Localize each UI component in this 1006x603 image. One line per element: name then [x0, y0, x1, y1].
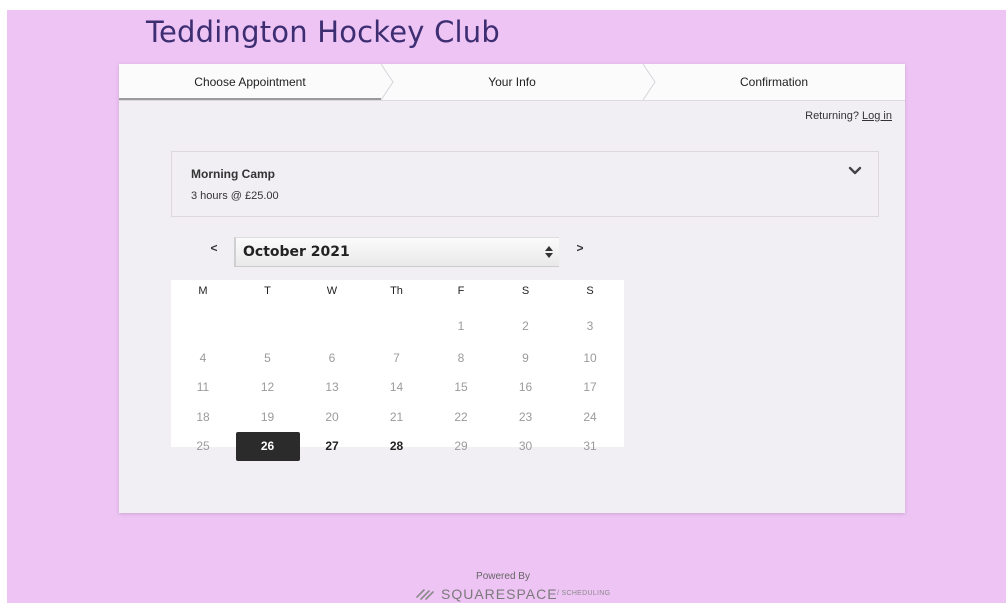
previous-month-button[interactable]: < [204, 241, 224, 255]
active-step-indicator [119, 98, 381, 100]
appointment-type-selector[interactable]: Morning Camp 3 hours @ £25.00 [171, 151, 879, 217]
scheduling-product: / SCHEDULING [557, 590, 611, 597]
calendar-day: 3 [586, 319, 594, 333]
weekday-header: S [586, 285, 594, 297]
calendar-grid: M T W Th F S S 1 2 3 4 5 6 7 8 9 10 11 12 13 14 15 16 17 18 19 20 2… [171, 280, 624, 461]
calendar-day: 24 [583, 409, 597, 424]
calendar-day: 23 [518, 409, 533, 424]
login-link[interactable]: Log in [862, 110, 892, 122]
calendar-day[interactable]: 27 [300, 432, 364, 461]
select-arrows-icon [545, 246, 553, 258]
calendar-day: 16 [518, 380, 533, 394]
step-divider-icon [381, 64, 394, 100]
calendar-day: 10 [583, 350, 597, 365]
returning-login: Returning? Log in [805, 110, 892, 122]
weekday-header: M [198, 285, 208, 297]
page-title: Teddington Hockey Club [146, 15, 500, 49]
weekday-header: S [521, 285, 530, 297]
calendar-day: 20 [325, 409, 339, 424]
calendar-day: 30 [518, 439, 533, 453]
calendar-day: 6 [328, 350, 336, 365]
calendar-day: 8 [457, 350, 465, 365]
calendar-day: 9 [522, 350, 529, 365]
calendar-day-selected[interactable]: 26 [235, 432, 300, 461]
weekday-header: W [326, 285, 338, 297]
step-tabs: Choose Appointment Your Info Confirmatio… [119, 64, 905, 101]
next-month-button[interactable]: > [570, 241, 590, 255]
calendar-day: 17 [583, 380, 597, 394]
squarespace-brand: SQUARESPACE [441, 586, 558, 602]
appointment-detail: 3 hours @ £25.00 [191, 190, 279, 202]
step-choose-appointment[interactable]: Choose Appointment [119, 64, 381, 100]
calendar-day: 5 [264, 350, 271, 365]
powered-by-label: Powered By [476, 571, 530, 582]
appointment-name: Morning Camp [191, 167, 275, 181]
calendar-day: 19 [260, 409, 275, 424]
calendar-day: 21 [389, 409, 404, 424]
scheduler-card: Choose Appointment Your Info Confirmatio… [119, 64, 905, 513]
calendar-day: 15 [454, 380, 468, 394]
weekday-header: Th [390, 285, 403, 297]
calendar-day: 7 [393, 350, 400, 365]
calendar-day: 18 [196, 409, 210, 424]
weekday-header: T [264, 285, 271, 297]
calendar-day: 29 [454, 439, 468, 453]
calendar-day: 13 [325, 380, 339, 394]
squarespace-mark-icon [416, 589, 434, 600]
returning-prompt: Returning? [805, 110, 859, 122]
calendar-day: 2 [522, 319, 529, 333]
calendar-day: 1 [457, 319, 465, 333]
step-confirmation[interactable]: Confirmation [643, 64, 905, 100]
step-divider-icon [643, 64, 656, 100]
calendar-day: 12 [260, 380, 275, 394]
calendar-day: 22 [454, 409, 468, 424]
calendar-day: 11 [196, 380, 210, 394]
calendar-day: 4 [199, 350, 207, 365]
calendar-day: 25 [196, 439, 210, 453]
month-select[interactable]: October 2021 [234, 237, 559, 267]
calendar-day: 31 [583, 439, 597, 453]
calendar-day: 14 [389, 380, 404, 394]
squarespace-logo[interactable]: SQUARESPACE / SCHEDULING [414, 586, 614, 602]
step-your-info[interactable]: Your Info [381, 64, 643, 100]
chevron-down-icon[interactable] [848, 164, 862, 178]
calendar-day[interactable]: 28 [365, 432, 429, 461]
month-select-value: October 2021 [243, 244, 350, 260]
weekday-header: F [457, 285, 465, 297]
